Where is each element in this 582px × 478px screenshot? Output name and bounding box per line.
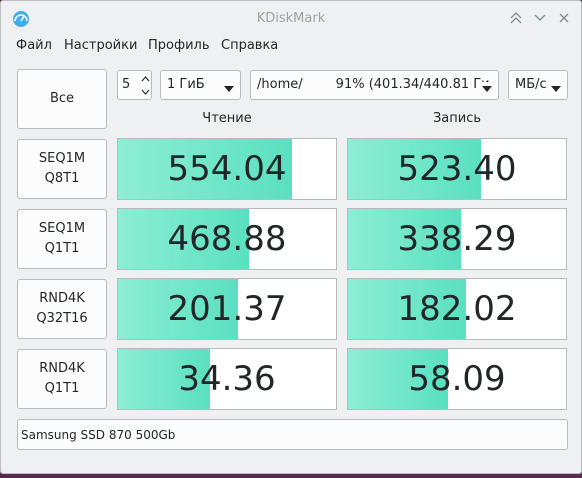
test-name: SEQ1M — [38, 151, 86, 166]
test-params: Q1T1 — [44, 381, 80, 396]
test-button-seq1m-q8t1[interactable]: SEQ1M Q8T1 — [17, 139, 107, 199]
menu-profile[interactable]: Профиль — [148, 38, 210, 53]
menu-file[interactable]: Файл — [16, 38, 52, 53]
read-value: 554.04 — [167, 149, 287, 189]
read-value: 201.37 — [167, 289, 287, 329]
write-value: 338.29 — [397, 219, 517, 259]
write-value: 58.09 — [408, 359, 506, 399]
write-value: 182.02 — [397, 289, 517, 329]
comment-text: Samsung SSD 870 500Gb — [21, 428, 176, 442]
test-params: Q8T1 — [44, 171, 80, 186]
target-value: /home/ 91% (401.34/440.81 Ги — [257, 77, 490, 92]
read-value: 34.36 — [178, 359, 276, 399]
read-result-bar: 554.04 — [117, 138, 337, 200]
read-result-bar: 34.36 — [117, 348, 337, 410]
target-combo[interactable]: /home/ 91% (401.34/440.81 Ги — [250, 70, 499, 100]
titlebar: KDiskMark — [1, 1, 581, 35]
loops-value: 5 — [122, 77, 131, 92]
main-window: KDiskMark Файл Настройки Профиль Справка… — [0, 0, 582, 474]
size-combo[interactable]: 1 ГиБ — [160, 70, 241, 100]
spin-down-icon[interactable] — [140, 86, 151, 98]
test-button-seq1m-q1t1[interactable]: SEQ1M Q1T1 — [17, 209, 107, 269]
test-params: Q32T16 — [36, 311, 88, 326]
chevron-down-icon — [482, 82, 492, 92]
write-result-bar: 58.09 — [347, 348, 567, 410]
minimize-icon[interactable] — [531, 9, 549, 27]
chevron-down-icon — [224, 82, 234, 92]
test-name: SEQ1M — [38, 221, 86, 236]
menu-help[interactable]: Справка — [221, 38, 278, 53]
write-value: 523.40 — [397, 149, 517, 189]
read-value: 468.88 — [167, 219, 287, 259]
test-params: Q1T1 — [44, 241, 80, 256]
menubar: Файл Настройки Профиль Справка — [1, 35, 581, 59]
test-name: RND4K — [39, 291, 85, 306]
write-result-bar: 338.29 — [347, 208, 567, 270]
test-name: RND4K — [39, 361, 85, 376]
unit-value: МБ/с — [515, 77, 547, 92]
write-column-header: Запись — [432, 111, 482, 126]
test-button-rnd4k-q32t16[interactable]: RND4K Q32T16 — [17, 279, 107, 339]
test-button-rnd4k-q1t1[interactable]: RND4K Q1T1 — [17, 349, 107, 409]
run-all-button[interactable]: Все — [17, 69, 107, 129]
loops-spinbox[interactable]: 5 — [117, 70, 152, 100]
unit-combo[interactable]: МБ/с — [508, 70, 568, 100]
read-column-header: Чтение — [202, 111, 252, 126]
read-result-bar: 468.88 — [117, 208, 337, 270]
menu-settings[interactable]: Настройки — [64, 38, 137, 53]
comment-field[interactable]: Samsung SSD 870 500Gb — [17, 419, 568, 450]
keep-above-icon[interactable] — [507, 9, 525, 27]
chevron-down-icon — [551, 82, 561, 92]
write-result-bar: 182.02 — [347, 278, 567, 340]
size-value: 1 ГиБ — [167, 77, 205, 92]
write-result-bar: 523.40 — [347, 138, 567, 200]
spin-up-icon[interactable] — [140, 73, 151, 85]
close-icon[interactable] — [555, 9, 573, 27]
read-result-bar: 201.37 — [117, 278, 337, 340]
window-title: KDiskMark — [256, 11, 326, 26]
